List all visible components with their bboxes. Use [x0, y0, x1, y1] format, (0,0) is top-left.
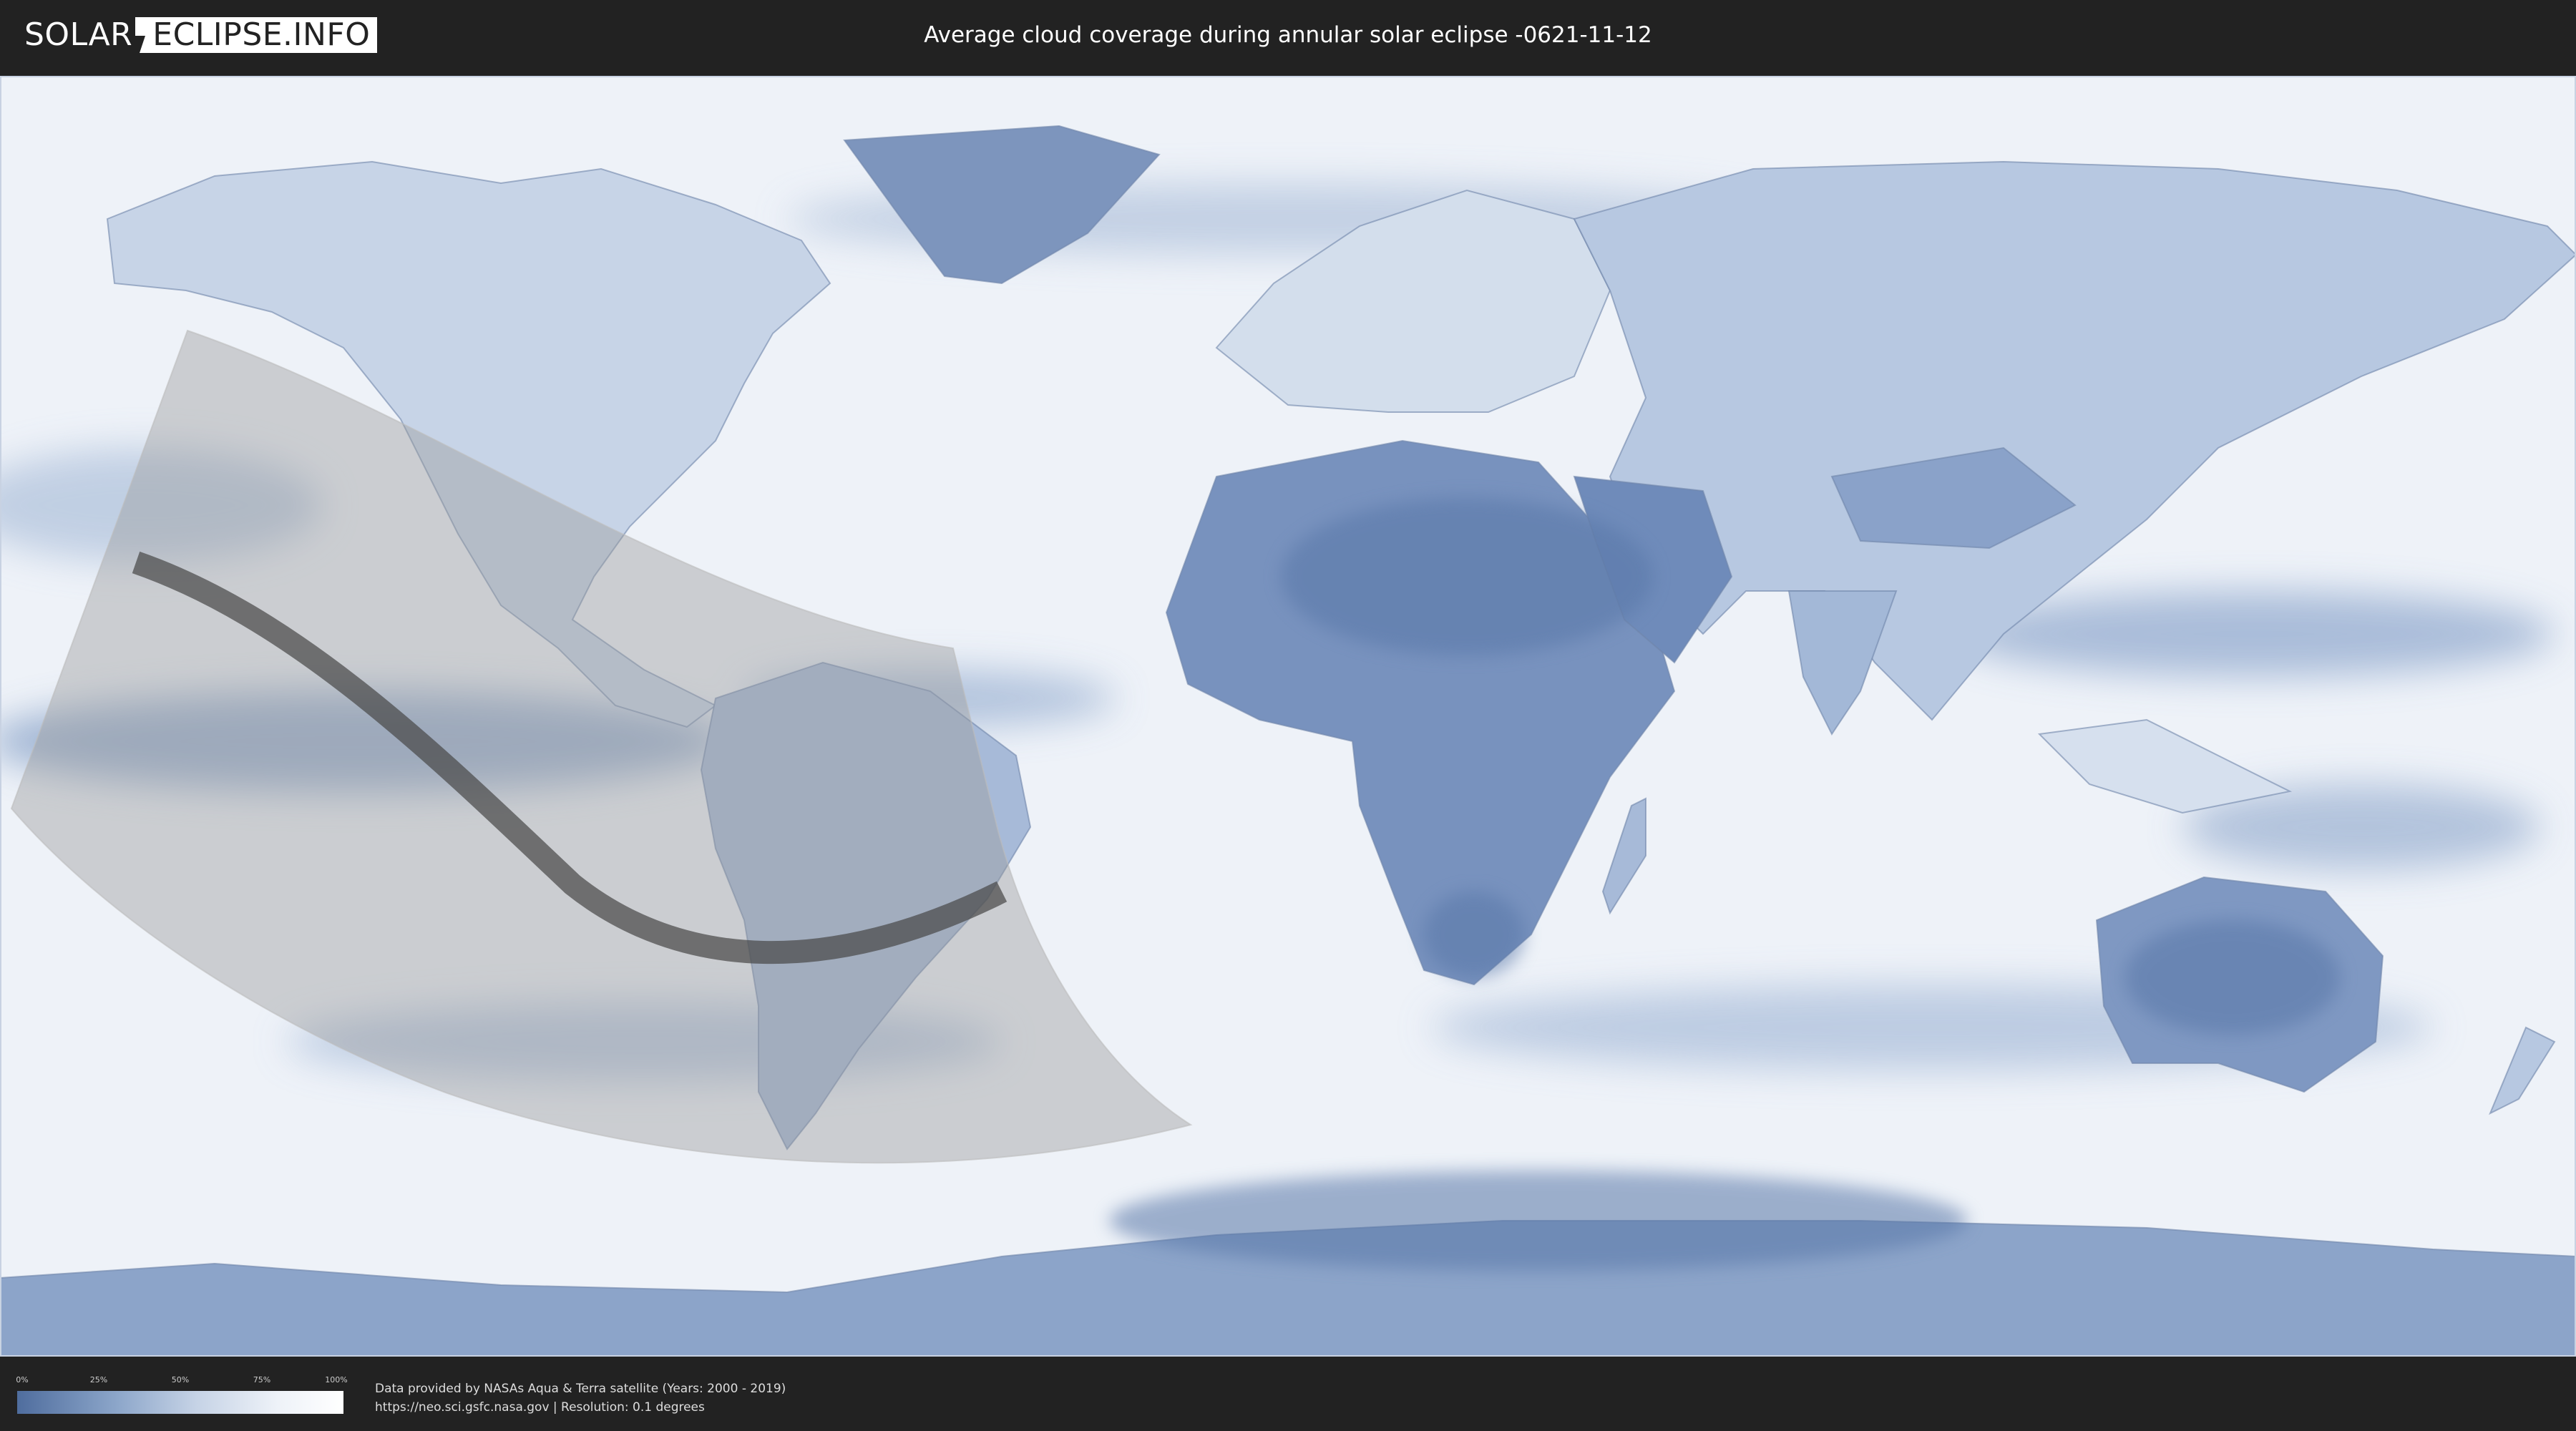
legend-ticks: 0% 25% 50% 75% 100% — [16, 1375, 347, 1388]
legend-tick: 25% — [89, 1375, 108, 1384]
cloud-coverage-map[interactable] — [0, 76, 2576, 1357]
source-line[interactable]: https://neo.sci.gsfc.nasa.gov | Resoluti… — [375, 1398, 786, 1417]
page-title: Average cloud coverage during annular so… — [924, 22, 1652, 48]
legend-tick: 50% — [171, 1375, 190, 1384]
data-credits: Data provided by NASAs Aqua & Terra sate… — [375, 1379, 786, 1417]
footer-bar: 0% 25% 50% 75% 100% Data provided by NAS… — [0, 1358, 2576, 1431]
header-bar: SOLAR ECLIPSE.INFO Average cloud coverag… — [0, 0, 2576, 72]
legend-tick: 75% — [253, 1375, 271, 1384]
page: SOLAR ECLIPSE.INFO Average cloud coverag… — [0, 0, 2576, 1431]
legend-tick: 100% — [325, 1375, 348, 1384]
credit-line: Data provided by NASAs Aqua & Terra sate… — [375, 1382, 786, 1396]
legend-tick: 0% — [16, 1375, 29, 1384]
cloud-coverage-legend: 0% 25% 50% 75% 100% — [16, 1375, 348, 1418]
legend-gradient-bar — [17, 1391, 343, 1414]
